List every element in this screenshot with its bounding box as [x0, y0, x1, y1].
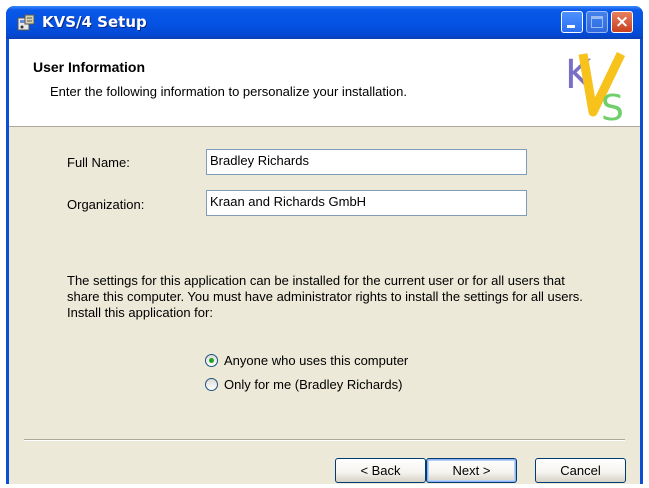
radio-only-me[interactable]: Only for me (Bradley Richards) — [205, 377, 402, 392]
organization-input[interactable]: Kraan and Richards GmbH — [206, 190, 527, 216]
maximize-icon — [591, 16, 603, 28]
dialog-body: User Information Enter the following inf… — [9, 39, 640, 484]
full-name-label: Full Name: — [67, 155, 130, 170]
minimize-button[interactable] — [561, 11, 583, 33]
minimize-icon — [567, 25, 575, 28]
full-name-input[interactable]: Bradley Richards — [206, 149, 527, 175]
page-title: User Information — [33, 59, 146, 75]
radio-anyone[interactable]: Anyone who uses this computer — [205, 353, 408, 368]
radio-only-me-label: Only for me (Bradley Richards) — [224, 377, 403, 392]
organization-label: Organization: — [67, 197, 145, 212]
close-button[interactable]: × — [611, 11, 633, 33]
header-banner: User Information Enter the following inf… — [9, 39, 640, 127]
radio-button-unselected[interactable] — [205, 378, 218, 391]
cancel-button[interactable]: Cancel — [535, 458, 626, 483]
page-subtitle: Enter the following information to perso… — [50, 84, 407, 99]
button-separator — [24, 439, 625, 441]
logo-letter-s: S — [601, 88, 624, 122]
title-bar[interactable]: KVS/4 Setup × — [6, 6, 643, 39]
kvs-logo: K S — [565, 52, 626, 122]
back-button[interactable]: < Back — [335, 458, 426, 483]
window-title: KVS/4 Setup — [42, 13, 147, 31]
maximize-button[interactable] — [586, 11, 608, 33]
install-scope-description: The settings for this application can be… — [67, 273, 583, 320]
close-icon: × — [614, 12, 630, 32]
setup-app-icon — [17, 14, 35, 31]
radio-button-selected[interactable] — [205, 354, 218, 367]
setup-window: KVS/4 Setup × User Information Enter the… — [6, 6, 643, 484]
radio-anyone-label: Anyone who uses this computer — [224, 353, 409, 368]
next-button[interactable]: Next > — [426, 458, 517, 483]
